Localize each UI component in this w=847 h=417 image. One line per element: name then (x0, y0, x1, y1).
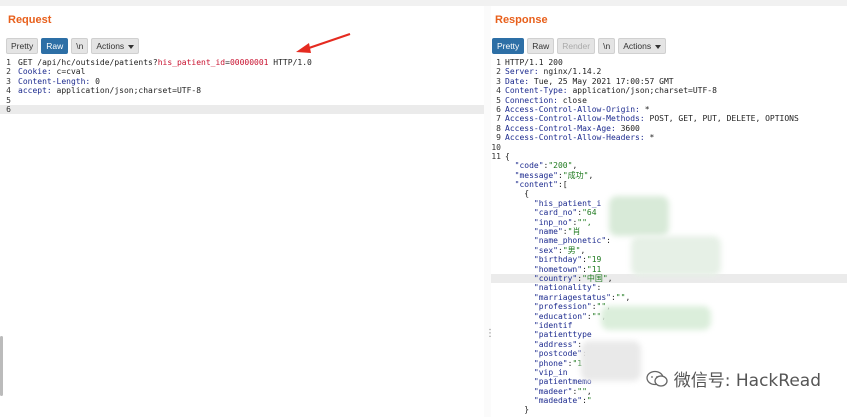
wechat-icon (646, 370, 668, 387)
red-arrow-icon (296, 32, 351, 53)
watermark-text: 微信号: HackRead (673, 371, 821, 391)
arrow-head (296, 43, 311, 53)
watermark: 微信号: HackRead (646, 366, 821, 391)
arrow-shaft (305, 32, 351, 51)
